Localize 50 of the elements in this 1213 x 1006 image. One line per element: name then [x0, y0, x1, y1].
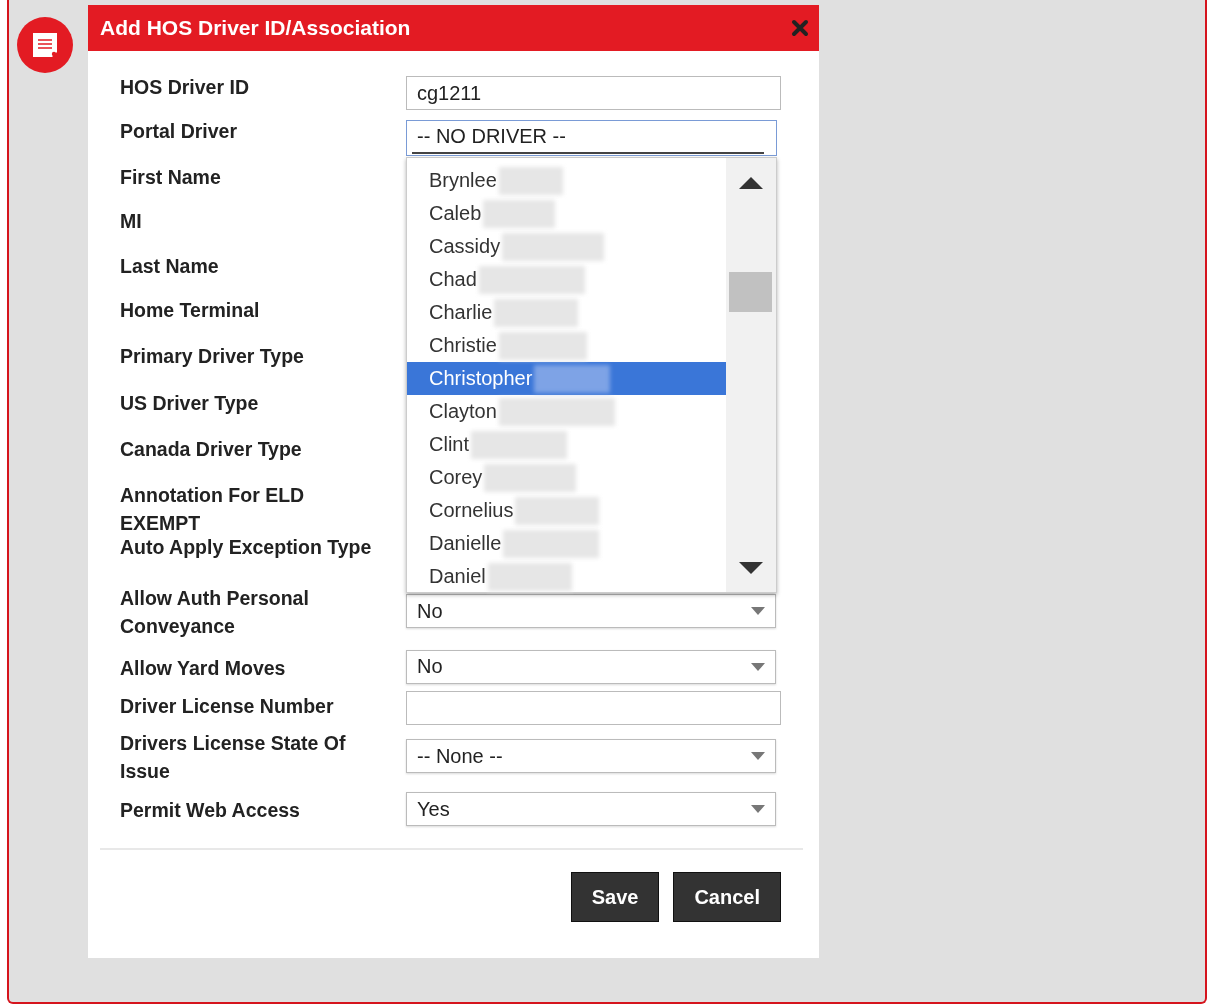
scrollbar-thumb[interactable] — [729, 272, 772, 312]
dropdown-option[interactable]: Caleb — [407, 197, 726, 230]
field-label: Auto Apply Exception Type — [120, 535, 373, 560]
note-icon — [17, 17, 73, 73]
dropdown-option[interactable]: Charlie — [407, 296, 726, 329]
close-icon[interactable] — [791, 19, 809, 37]
scroll-down-icon[interactable] — [739, 562, 763, 574]
field-label: Home Terminal — [120, 298, 261, 323]
caret-icon — [751, 607, 765, 615]
select-field[interactable]: No — [406, 649, 776, 684]
field-label: HOS Driver ID — [120, 75, 250, 100]
field-label: Annotation For ELD EXEMPT — [120, 483, 306, 536]
dialog-button[interactable]: Cancel — [673, 872, 781, 922]
field-label: Canada Driver Type — [120, 437, 303, 462]
dropdown-option[interactable]: Brynlee — [407, 164, 726, 197]
field-label: Drivers License State Of Issue — [120, 731, 347, 784]
field-label: Allow Auth Personal Conveyance — [120, 586, 310, 639]
text-field[interactable]: cg1211 — [406, 76, 781, 110]
dropdown-option[interactable]: Cornelius — [407, 494, 726, 527]
dropdown-option[interactable]: Chad — [407, 263, 726, 296]
dropdown-option[interactable]: Christie — [407, 329, 726, 362]
blurred-text — [498, 166, 563, 195]
select-field[interactable]: No — [406, 594, 776, 628]
caret-icon — [751, 805, 765, 813]
field-label: Last Name — [120, 254, 220, 279]
field-label: US Driver Type — [120, 391, 260, 416]
dropdown-option[interactable]: Christopher — [407, 362, 726, 395]
text-field[interactable] — [406, 691, 781, 725]
field-label: Driver License Number — [120, 694, 335, 719]
field-label: First Name — [120, 165, 222, 190]
select-field[interactable]: -- NO DRIVER -- — [406, 120, 777, 156]
dialog-title: Add HOS Driver ID/Association — [100, 16, 411, 40]
field-label: Primary Driver Type — [120, 344, 305, 369]
dropdown-option[interactable]: Clint — [407, 428, 726, 461]
dropdown-option[interactable]: Clayton — [407, 395, 726, 428]
dropdown-option[interactable]: Corey — [407, 461, 726, 494]
select-field[interactable]: Yes — [406, 792, 776, 826]
field-label: MI — [120, 209, 143, 234]
dropdown-option[interactable]: Daniel — [407, 560, 726, 593]
caret-icon — [751, 752, 765, 760]
field-label: Portal Driver — [120, 119, 239, 144]
field-label: Permit Web Access — [120, 798, 301, 823]
scroll-up-icon[interactable] — [739, 177, 763, 189]
caret-icon — [751, 662, 765, 671]
select-field[interactable]: -- None -- — [406, 739, 776, 773]
dialog-button[interactable]: Save — [570, 872, 660, 922]
dropdown-option[interactable]: Danielle — [407, 527, 726, 560]
scrollbar[interactable] — [726, 158, 776, 592]
dropdown-option[interactable]: Cassidy — [407, 230, 726, 263]
field-label: Allow Yard Moves — [120, 655, 287, 681]
